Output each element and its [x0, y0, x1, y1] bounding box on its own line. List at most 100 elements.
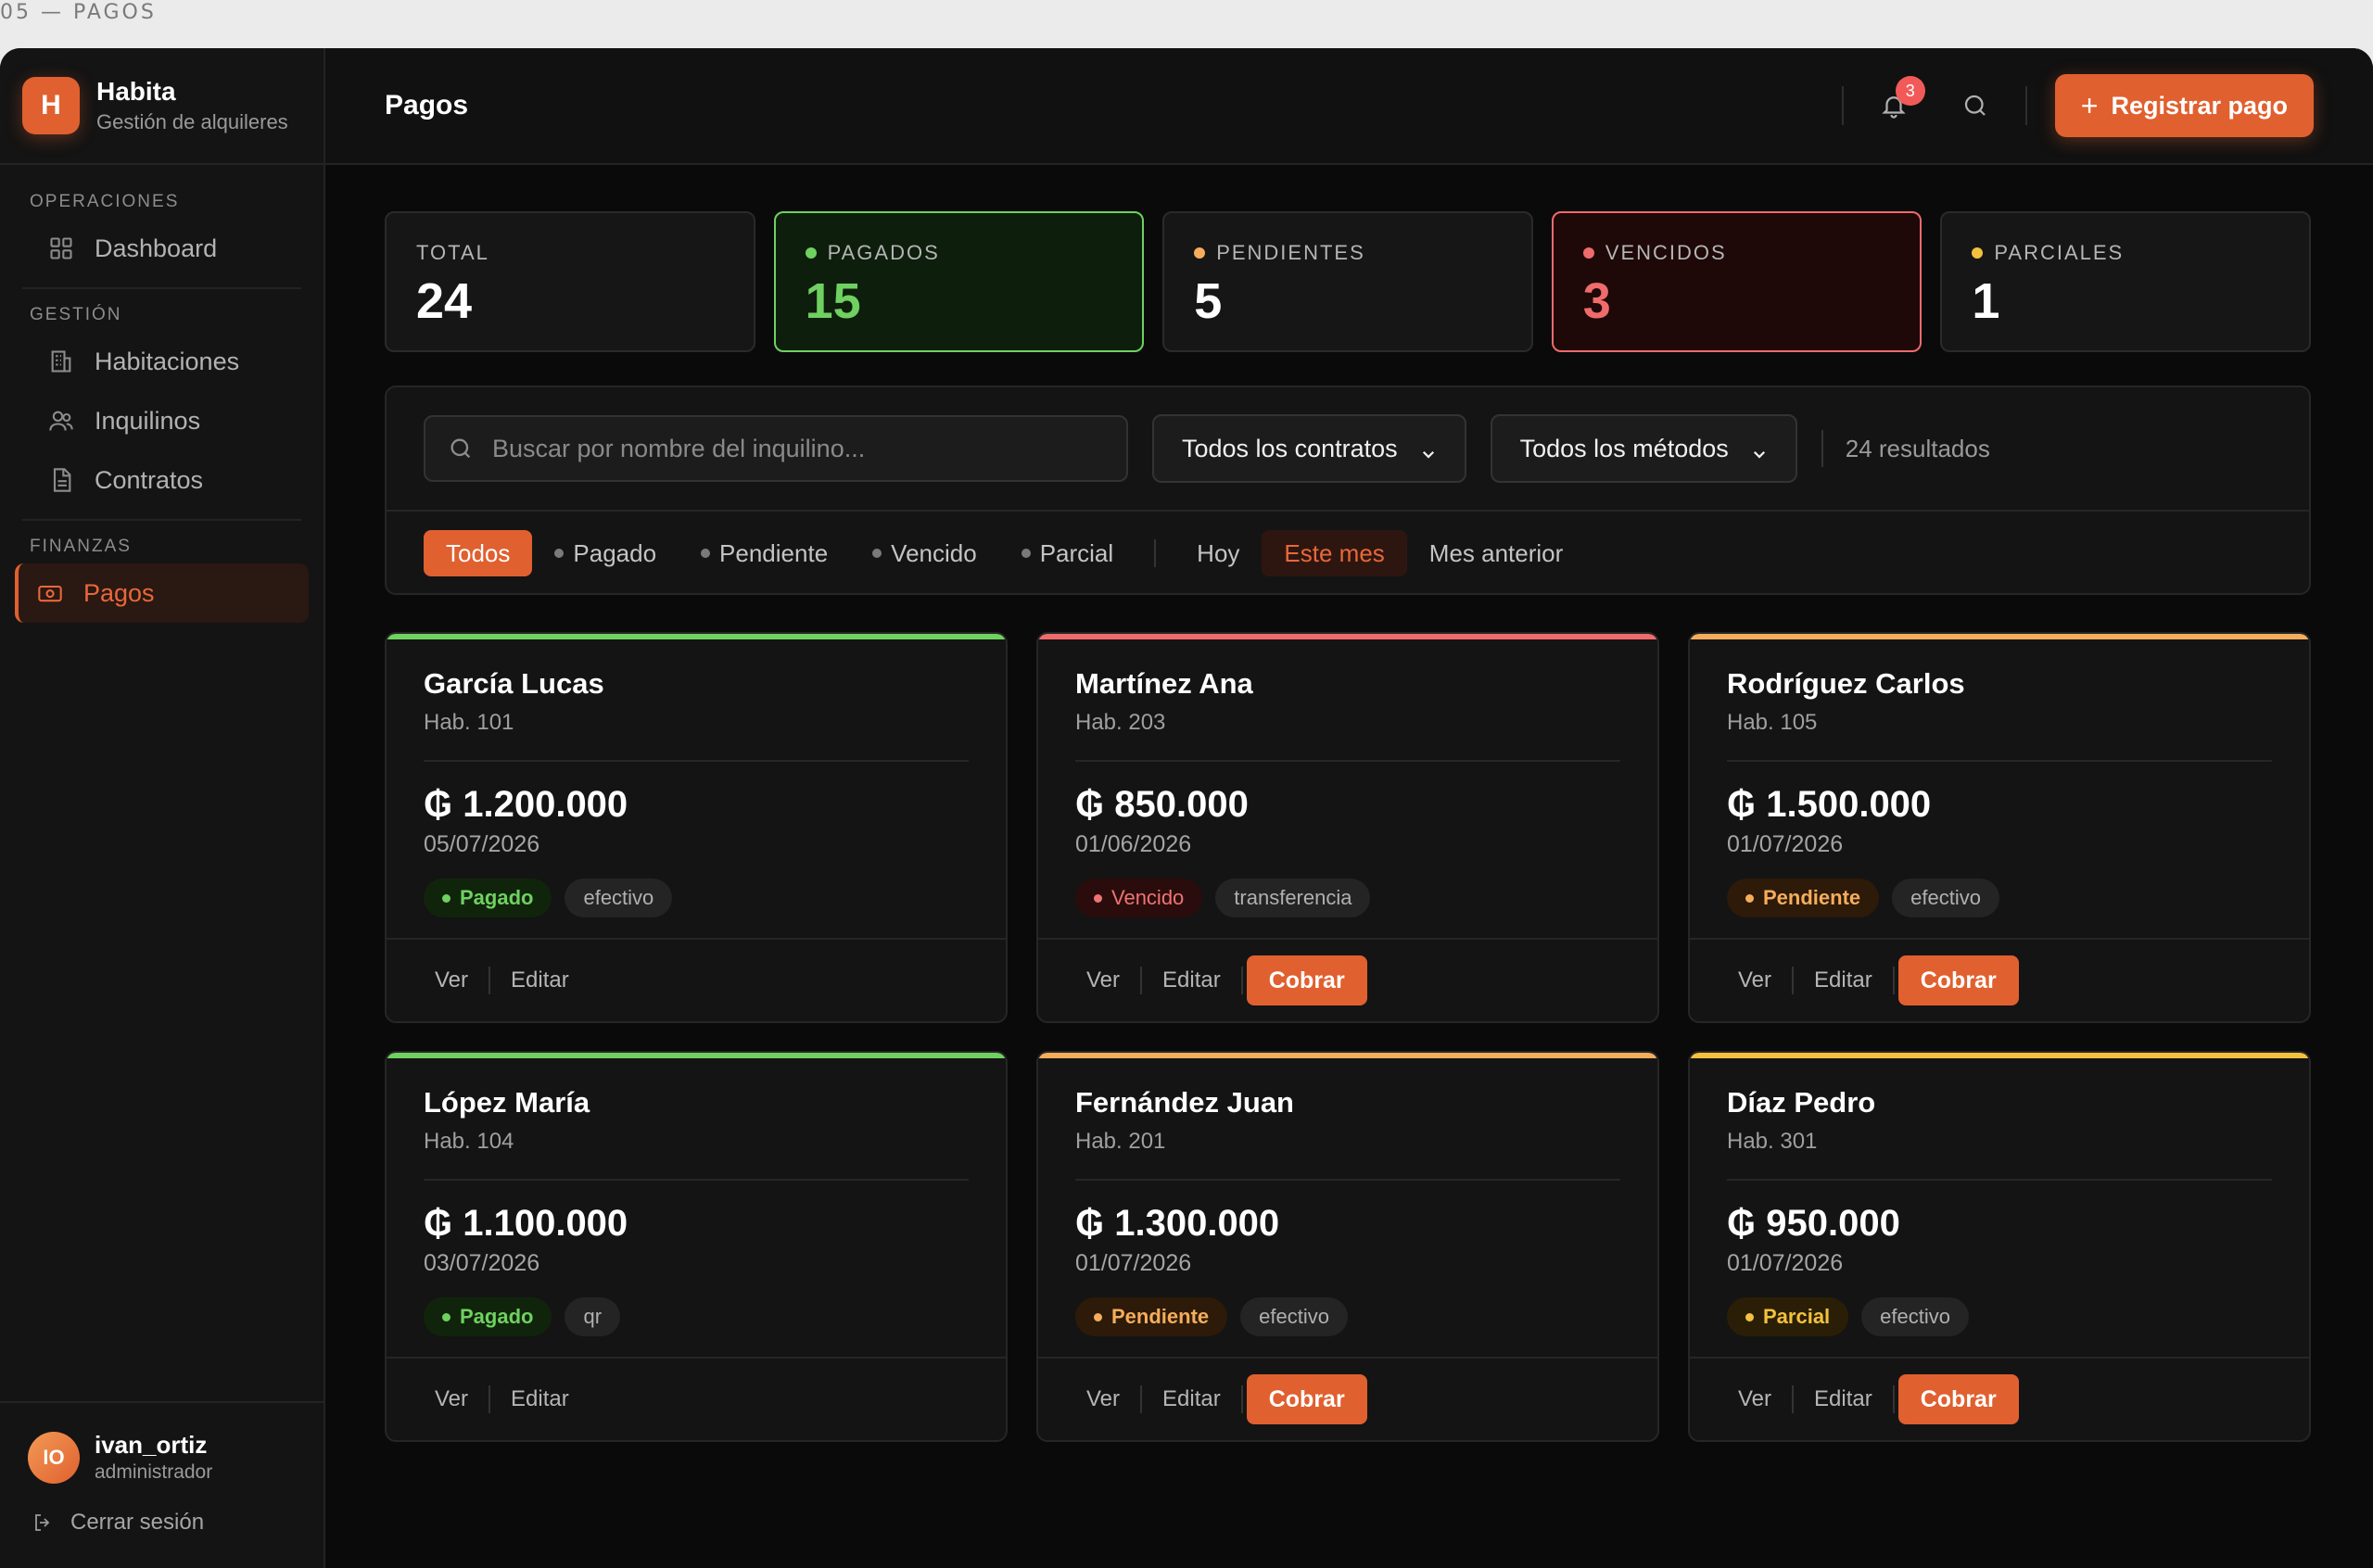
notifications-button[interactable]: 3 [1872, 76, 1925, 128]
sidebar-item-dashboard[interactable]: Dashboard [15, 219, 309, 278]
sidebar-item-label: Dashboard [95, 234, 218, 262]
charge-button[interactable]: Cobrar [1897, 955, 2019, 1005]
search-box[interactable] [424, 415, 1128, 482]
chevron-down-icon [1422, 450, 1434, 459]
user-name: ivan_ortiz [95, 1431, 208, 1459]
view-button[interactable]: Ver [1066, 1385, 1140, 1413]
edit-button[interactable]: Editar [1792, 1385, 1893, 1413]
nav-section-finanzas: FINANZAS [30, 537, 132, 556]
tenant-name: Rodríguez Carlos [1727, 667, 1965, 700]
stat-card-total[interactable]: TOTAL 24 [385, 211, 755, 352]
divider [1892, 1385, 1895, 1413]
sidebar-item-habitaciones[interactable]: Habitaciones [15, 332, 309, 391]
view-button[interactable]: Ver [1718, 1385, 1792, 1413]
divider [1240, 967, 1243, 994]
status-dot [1582, 247, 1594, 259]
filter-chip-parcial[interactable]: Parcial [999, 530, 1136, 576]
payment-card[interactable]: Díaz Pedro Hab. 301 ₲ 950.000 01/07/2026… [1688, 1051, 2311, 1442]
period-chip-mes-anterior[interactable]: Mes anterior [1407, 530, 1586, 576]
filter-chip-pagado[interactable]: Pagado [532, 530, 679, 576]
stat-label: PAGADOS [827, 241, 940, 264]
contract-select[interactable]: Todos los contratos [1152, 414, 1466, 483]
method-badge: qr [565, 1297, 621, 1336]
stat-label: TOTAL [416, 241, 489, 264]
status-label: Pendiente [1763, 886, 1861, 909]
search-input[interactable] [492, 434, 1104, 463]
sidebar-item-inquilinos[interactable]: Inquilinos [15, 391, 309, 450]
charge-button[interactable]: Cobrar [1246, 1374, 1367, 1424]
payment-amount: ₲ 1.500.000 [1727, 784, 1932, 825]
filter-chip-pendiente[interactable]: Pendiente [679, 530, 850, 576]
status-badge: Pagado [424, 879, 552, 917]
status-dot [701, 549, 711, 558]
view-button[interactable]: Ver [414, 1385, 489, 1413]
status-dot [1745, 893, 1754, 903]
payment-card[interactable]: Fernández Juan Hab. 201 ₲ 1.300.000 01/0… [1036, 1051, 1659, 1442]
sidebar-item-label: Pagos [83, 578, 155, 607]
view-button[interactable]: Ver [414, 967, 489, 994]
nav-section-operaciones: OPERACIONES [30, 192, 180, 211]
status-dot [1745, 1312, 1754, 1321]
method-badge: efectivo [1892, 879, 1999, 917]
brand[interactable]: H Habita Gestión de alquileres [0, 48, 324, 165]
payment-amount: ₲ 1.200.000 [424, 784, 628, 825]
logout-button[interactable]: Cerrar sesión [28, 1510, 296, 1536]
period-chip-este-mes[interactable]: Este mes [1262, 530, 1407, 576]
method-select[interactable]: Todos los métodos [1490, 414, 1797, 483]
edit-button[interactable]: Editar [1792, 967, 1893, 994]
nav-section-gestion: GESTIÓN [30, 305, 122, 324]
divider [1154, 539, 1157, 567]
view-button[interactable]: Ver [1066, 967, 1140, 994]
status-label: Pagado [460, 1305, 534, 1328]
stat-card-vencidos[interactable]: VENCIDOS 3 [1551, 211, 1923, 352]
stat-card-parciales[interactable]: PARCIALES 1 [1940, 211, 2311, 352]
filter-chip-vencido[interactable]: Vencido [850, 530, 999, 576]
chip-label: Vencido [891, 538, 977, 567]
status-dot [442, 1312, 450, 1321]
divider [1075, 760, 1620, 762]
payment-card[interactable]: García Lucas Hab. 101 ₲ 1.200.000 05/07/… [385, 632, 1008, 1023]
charge-button[interactable]: Cobrar [1897, 1374, 2019, 1424]
stat-card-pendientes[interactable]: PENDIENTES 5 [1162, 211, 1533, 352]
sidebar-item-label: Inquilinos [95, 406, 201, 435]
room-label: Hab. 104 [424, 1129, 514, 1154]
room-label: Hab. 101 [424, 710, 514, 735]
chevron-down-icon [1753, 450, 1765, 459]
payment-date: 01/06/2026 [1075, 831, 1192, 857]
payment-card[interactable]: López María Hab. 104 ₲ 1.100.000 03/07/2… [385, 1051, 1008, 1442]
stat-label: VENCIDOS [1605, 241, 1727, 264]
sidebar-item-contratos[interactable]: Contratos [15, 450, 309, 510]
view-button[interactable]: Ver [1718, 967, 1792, 994]
status-dot [554, 549, 565, 558]
edit-button[interactable]: Editar [489, 1385, 590, 1413]
filter-chip-todos[interactable]: Todos [424, 530, 533, 576]
divider [424, 1179, 969, 1181]
edit-button[interactable]: Editar [489, 967, 590, 994]
charge-button[interactable]: Cobrar [1246, 955, 1367, 1005]
payment-amount: ₲ 1.100.000 [424, 1203, 628, 1244]
edit-button[interactable]: Editar [1140, 1385, 1241, 1413]
stat-value: 3 [1582, 273, 1611, 329]
divider [1727, 1179, 2272, 1181]
divider [1892, 967, 1895, 994]
room-label: Hab. 105 [1727, 710, 1818, 735]
search-button[interactable] [1953, 83, 1998, 128]
payment-card[interactable]: Rodríguez Carlos Hab. 105 ₲ 1.500.000 01… [1688, 632, 2311, 1023]
period-chip-hoy[interactable]: Hoy [1174, 530, 1262, 576]
divider [1841, 86, 1844, 125]
chip-label: Todos [446, 538, 511, 567]
user-profile[interactable]: IO ivan_ortiz administrador [28, 1431, 296, 1484]
stat-value: 24 [416, 273, 473, 329]
divider [424, 760, 969, 762]
status-dot [1194, 247, 1206, 259]
edit-button[interactable]: Editar [1140, 967, 1241, 994]
grid-icon [50, 237, 72, 259]
stat-card-pagados[interactable]: PAGADOS 15 [773, 211, 1145, 352]
sidebar-item-pagos[interactable]: Pagos [15, 563, 309, 623]
sidebar: H Habita Gestión de alquileres OPERACION… [0, 48, 325, 1568]
register-payment-button[interactable]: + Registrar pago [2054, 74, 2314, 137]
payment-card[interactable]: Martínez Ana Hab. 203 ₲ 850.000 01/06/20… [1036, 632, 1659, 1023]
filters-panel: Todos los contratos Todos los métodos 24… [385, 386, 2311, 595]
stat-value: 15 [805, 273, 861, 329]
main: Pagos 3 + Registrar pago TOTAL 24 PAGADO… [325, 48, 2373, 1568]
